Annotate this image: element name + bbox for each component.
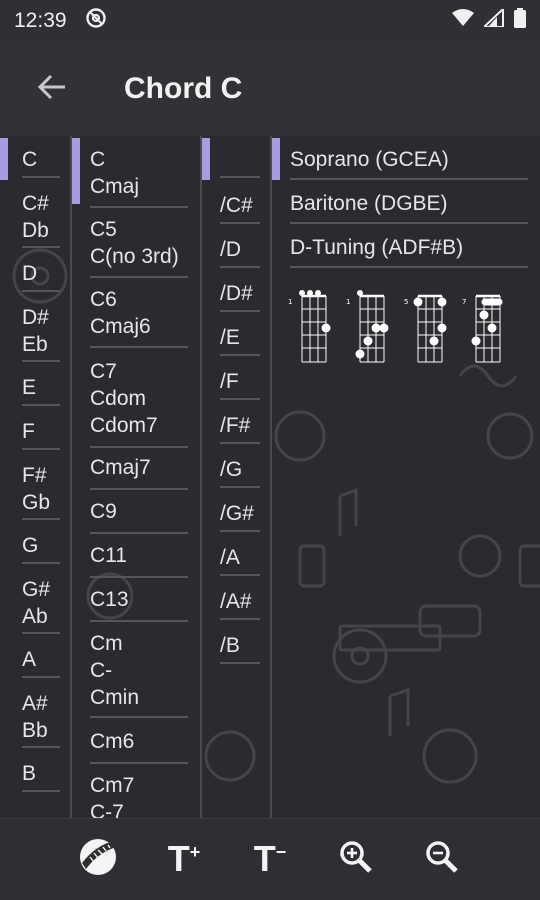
text-smaller-icon: T− [253,838,287,879]
selected-indicator [0,138,8,180]
type-item-m7[interactable]: Cm7 C-7 [90,772,134,818]
bass-item-e[interactable]: /E [220,324,240,351]
selected-indicator [202,138,210,180]
type-item-major[interactable]: C Cmaj [90,146,139,200]
selected-indicator [272,138,280,180]
type-item-7[interactable]: C7 Cdom Cdom7 [90,358,158,439]
tuning-item-baritone[interactable]: Baritone (DGBE) [290,190,448,217]
bottom-toolbar: T+ T− [0,818,540,900]
root-item-a-sharp[interactable]: A# Bb [22,690,48,744]
arrow-left-icon [37,74,67,105]
bass-item-b[interactable]: /B [220,632,240,659]
tuning-list[interactable]: Soprano (GCEA) Baritone (DGBE) D-Tuning … [272,136,540,818]
bass-item-a-sharp[interactable]: /A# [220,588,252,615]
text-larger-icon: T+ [167,838,201,879]
chord-picker: C C# Db D D# Eb E F F# Gb G G# Ab A A# B… [0,136,540,818]
root-item-c[interactable]: C [22,146,37,173]
zoom-out-button[interactable] [416,833,468,885]
diagram-fret-1: 1 [288,298,292,306]
tuning-item-soprano[interactable]: Soprano (GCEA) [290,146,449,173]
root-item-b[interactable]: B [22,760,36,787]
root-item-d-sharp[interactable]: D# Eb [22,304,49,358]
back-button[interactable] [22,59,82,119]
instrument-button[interactable] [72,833,124,885]
diagram-fret-4: 7 [462,298,466,306]
root-item-f[interactable]: F [22,418,35,445]
type-item-5[interactable]: C5 C(no 3rd) [90,216,179,270]
signal-icon [481,6,504,33]
diagram-fret-3: 5 [404,298,408,306]
increase-text-size-button[interactable]: T+ [158,833,210,885]
zoom-out-icon [424,839,460,880]
tuning-item-d-tuning[interactable]: D-Tuning (ADF#B) [290,234,463,261]
chord-diagram-1 [299,290,331,363]
type-item-6[interactable]: C6 Cmaj6 [90,286,151,340]
chord-type-list[interactable]: C Cmaj C5 C(no 3rd) C6 Cmaj6 C7 Cdom Cdo… [72,136,200,818]
root-item-a[interactable]: A [22,646,36,673]
battery-icon [514,8,526,34]
type-item-13[interactable]: C13 [90,586,129,613]
root-item-g-sharp[interactable]: G# Ab [22,576,50,630]
root-item-f-sharp[interactable]: F# Gb [22,462,50,516]
bass-item-g-sharp[interactable]: /G# [220,500,254,527]
bass-item-c-sharp[interactable]: /C# [220,192,253,219]
chord-diagram-4 [471,294,503,363]
root-item-e[interactable]: E [22,374,36,401]
chord-diagram-graphics: 1 1 5 7 [288,290,503,363]
status-bar: 12:39 [0,0,540,42]
selected-indicator [72,138,80,204]
bass-note-list[interactable]: /C# /D /D# /E /F /F# /G /G# /A /A# /B [202,136,270,818]
root-note-list[interactable]: C C# Db D D# Eb E F F# Gb G G# Ab A A# B… [0,136,70,818]
root-item-d[interactable]: D [22,260,37,287]
at-sign-icon [85,7,107,35]
bass-item-d-sharp[interactable]: /D# [220,280,253,307]
type-item-minor[interactable]: Cm C- Cmin [90,630,139,711]
type-item-m6[interactable]: Cm6 [90,728,134,755]
diagram-fret-2: 1 [346,298,350,306]
chord-diagram-2 [355,290,389,363]
page-title: Chord C [124,72,243,105]
type-item-maj7[interactable]: Cmaj7 [90,454,151,481]
bass-item-d[interactable]: /D [220,236,241,263]
wifi-icon [452,9,474,33]
chord-diagram-3 [413,294,447,363]
bass-item-f[interactable]: /F [220,368,239,395]
root-item-c-sharp[interactable]: C# Db [22,190,49,244]
bass-item-g[interactable]: /G [220,456,242,483]
zoom-in-icon [338,839,374,880]
type-item-9[interactable]: C9 [90,498,117,525]
type-item-11[interactable]: C11 [90,542,127,569]
status-time: 12:39 [14,9,67,32]
app-bar: Chord C [0,42,540,136]
ukulele-icon [76,835,120,884]
chord-diagrams[interactable]: 1 1 5 7 [288,290,528,375]
bass-item-f-sharp[interactable]: /F# [220,412,250,439]
bass-item-a[interactable]: /A [220,544,240,571]
zoom-in-button[interactable] [330,833,382,885]
root-item-g[interactable]: G [22,532,38,559]
decrease-text-size-button[interactable]: T− [244,833,296,885]
